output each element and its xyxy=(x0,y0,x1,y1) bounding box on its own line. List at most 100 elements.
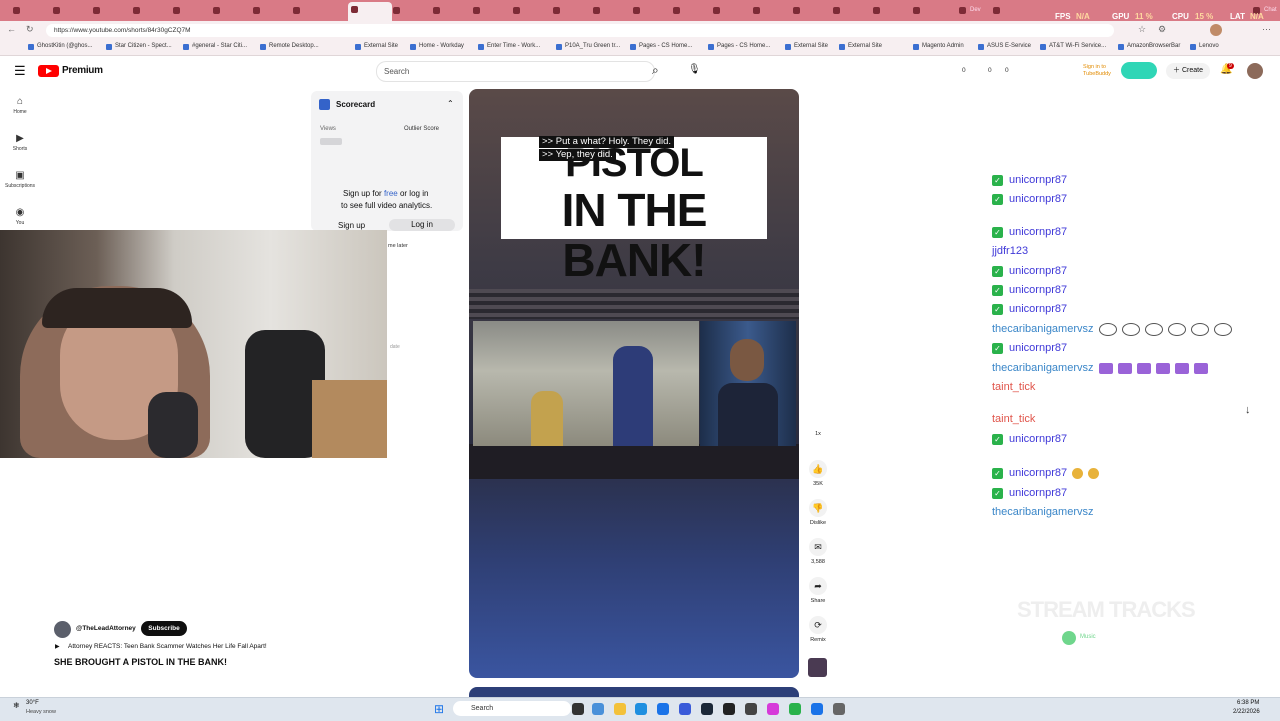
sound-thumbnail[interactable] xyxy=(808,658,827,677)
scroll-down-arrow-icon[interactable]: ↓ xyxy=(1245,404,1251,416)
related-video-link[interactable]: Attorney REACTS: Teen Bank Scammer Watch… xyxy=(68,643,267,650)
browser-tab[interactable] xyxy=(50,3,92,18)
remix-button[interactable]: ⟳ Remix xyxy=(805,616,831,643)
browser-tab-active[interactable] xyxy=(348,2,392,21)
browser-tab[interactable] xyxy=(910,3,952,18)
browser-tab[interactable] xyxy=(290,3,332,18)
chat-username[interactable]: jjdfr123 xyxy=(992,245,1028,257)
chat-username[interactable]: thecaribanigamervsz xyxy=(992,323,1094,335)
nav-home[interactable]: ⌂ Home xyxy=(4,96,36,115)
bookmark[interactable]: Lenovo xyxy=(1190,43,1219,50)
search-input[interactable]: Search xyxy=(376,61,655,82)
clock-date[interactable]: 2/22/2026 xyxy=(1233,709,1260,715)
clock-time[interactable]: 6:38 PM xyxy=(1237,700,1259,706)
url-field[interactable]: https://www.youtube.com/shorts/84r30gCZQ… xyxy=(46,24,1114,37)
settings-icon[interactable] xyxy=(833,703,845,715)
taskbar-app-icon[interactable] xyxy=(679,703,691,715)
account-avatar[interactable] xyxy=(1247,63,1263,79)
share-button[interactable]: ➦ Share xyxy=(805,577,831,604)
bookmark[interactable]: Star Citizen - Spect... xyxy=(106,43,172,50)
hamburger-menu-icon[interactable]: ☰ xyxy=(14,63,26,79)
chat-username[interactable]: taint_tick xyxy=(992,413,1035,425)
browser-tab[interactable] xyxy=(790,3,832,18)
comments-button[interactable]: ✉ 3,588 xyxy=(805,538,831,565)
tubebuddy-signin[interactable]: Sign in to TubeBuddy xyxy=(1083,64,1117,78)
extensions-icon[interactable]: ⚙ xyxy=(1158,24,1166,35)
dislike-button[interactable]: 👎 Dislike xyxy=(805,499,831,526)
taskbar-app-icon[interactable] xyxy=(789,703,801,715)
task-view-icon[interactable] xyxy=(572,703,584,715)
chat-username[interactable]: unicornpr87 xyxy=(1009,193,1067,205)
bookmark[interactable]: AmazonBrowserBar xyxy=(1118,43,1180,50)
browser-tab[interactable] xyxy=(170,3,212,18)
taskbar-app-icon[interactable] xyxy=(745,703,757,715)
edge-icon[interactable] xyxy=(635,703,647,715)
back-icon[interactable]: ← xyxy=(7,24,16,34)
browser-tab[interactable] xyxy=(830,3,872,18)
chat-username[interactable]: unicornpr87 xyxy=(1009,433,1067,445)
channel-handle[interactable]: @TheLeadAttorney xyxy=(76,625,136,632)
chat-username[interactable]: unicornpr87 xyxy=(1009,174,1067,186)
login-button[interactable]: Log in xyxy=(389,219,455,231)
browser-tab-dev[interactable]: Dev xyxy=(956,3,992,18)
subscribe-button[interactable]: Subscribe xyxy=(141,621,187,636)
browser-tab[interactable] xyxy=(250,3,292,18)
taskbar-app-icon[interactable] xyxy=(657,703,669,715)
bookmark[interactable]: #general - Star Citi... xyxy=(183,43,247,50)
playback-speed[interactable]: 1x xyxy=(805,431,831,437)
menu-icon[interactable]: ⋯ xyxy=(1262,24,1271,35)
bookmark[interactable]: External Site xyxy=(839,43,882,50)
browser-tab[interactable] xyxy=(470,3,512,18)
browser-tab[interactable] xyxy=(10,3,52,18)
collapse-chevron-icon[interactable]: ⌃ xyxy=(447,99,454,108)
browser-tab[interactable] xyxy=(430,3,472,18)
taskbar-app-icon[interactable] xyxy=(767,703,779,715)
nav-subscriptions[interactable]: ▣ Subscriptions xyxy=(4,170,36,189)
chat-username[interactable]: thecaribanigamervsz xyxy=(992,362,1094,374)
taskbar-app-icon[interactable] xyxy=(811,703,823,715)
profile-avatar[interactable] xyxy=(1210,24,1222,36)
chat-username[interactable]: thecaribanigamervsz xyxy=(992,506,1094,518)
bookmark[interactable]: External Site xyxy=(785,43,828,50)
next-short-preview[interactable] xyxy=(469,687,799,697)
reload-icon[interactable]: ↻ xyxy=(26,24,34,35)
browser-tab[interactable] xyxy=(710,3,752,18)
like-button[interactable]: 👍 35K xyxy=(805,460,831,487)
browser-tab[interactable] xyxy=(210,3,252,18)
chat-username[interactable]: unicornpr87 xyxy=(1009,265,1067,277)
bookmark[interactable]: Home - Workday xyxy=(410,43,464,50)
browser-tab[interactable] xyxy=(90,3,132,18)
taskbar-app-icon[interactable] xyxy=(723,703,735,715)
browser-tab[interactable] xyxy=(590,3,632,18)
chat-username[interactable]: unicornpr87 xyxy=(1009,303,1067,315)
youtube-premium-logo[interactable]: Premium xyxy=(62,65,103,76)
bookmark[interactable]: Pages - CS Home... xyxy=(630,43,692,50)
chat-username[interactable]: taint_tick xyxy=(992,381,1035,393)
browser-tab[interactable] xyxy=(670,3,712,18)
taskbar-search[interactable]: Search xyxy=(453,701,571,716)
steam-icon[interactable] xyxy=(701,703,713,715)
nav-shorts[interactable]: ▶ Shorts xyxy=(4,133,36,152)
signup-button[interactable]: Sign up xyxy=(338,221,365,230)
channel-avatar[interactable] xyxy=(54,621,71,638)
bookmark[interactable]: GhostKitin (@ghos... xyxy=(28,43,92,50)
create-button[interactable]: ＋ Create xyxy=(1166,63,1210,79)
browser-tab[interactable] xyxy=(510,3,552,18)
browser-tab[interactable] xyxy=(630,3,672,18)
bookmark[interactable]: Remote Desktop... xyxy=(260,43,319,50)
chat-username[interactable]: unicornpr87 xyxy=(1009,342,1067,354)
windows-start-icon[interactable]: ⊞ xyxy=(434,702,444,716)
chat-username[interactable]: unicornpr87 xyxy=(1009,284,1067,296)
browser-tab[interactable] xyxy=(870,3,912,18)
bookmark[interactable]: AT&T Wi-Fi Service... xyxy=(1040,43,1106,50)
chat-username[interactable]: unicornpr87 xyxy=(1009,487,1067,499)
bookmark[interactable]: P10A_Tru Green tr... xyxy=(556,43,620,50)
browser-tab[interactable] xyxy=(550,3,592,18)
tubebuddy-toggle-button[interactable] xyxy=(1121,62,1157,79)
search-icon[interactable]: ⌕ xyxy=(652,63,659,78)
bookmark[interactable]: ASUS E-Service xyxy=(978,43,1031,50)
browser-tab[interactable] xyxy=(130,3,172,18)
chat-username[interactable]: unicornpr87 xyxy=(1009,226,1067,238)
bookmark[interactable]: Enter Time - Work... xyxy=(478,43,540,50)
browser-tab[interactable] xyxy=(990,3,1032,18)
